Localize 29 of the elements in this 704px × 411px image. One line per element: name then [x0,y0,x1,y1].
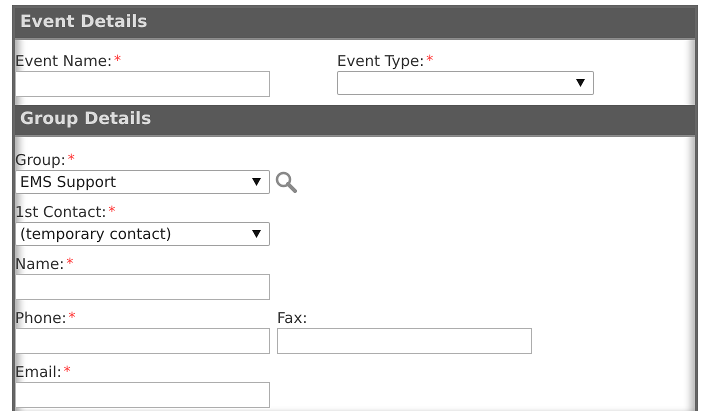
required-marker: * [114,52,122,71]
field-label: Event Name: [15,52,112,71]
text-field[interactable] [15,71,270,97]
required-marker: * [68,309,76,328]
caret-icon [252,178,261,186]
text-field[interactable] [15,274,270,300]
field-label: Event Type: [337,52,424,71]
dropdown[interactable]: EMS Support [15,170,270,194]
required-marker: * [68,151,75,170]
caret-icon [576,79,585,87]
text-field[interactable] [15,328,270,354]
text-field[interactable] [277,328,532,354]
section-title: Event Details [20,11,148,34]
field-label: Phone: [15,309,67,328]
dropdown[interactable] [337,71,594,95]
field-label: Fax: [277,309,308,328]
required-marker: * [64,363,71,382]
dropdown[interactable]: (temporary contact) [15,222,270,246]
text-field[interactable] [15,382,270,408]
field-label: Email: [15,363,62,382]
required-marker: * [66,255,74,274]
required-marker: * [108,203,116,222]
field-label: Group: [15,151,66,170]
caret-icon [252,230,261,238]
required-marker: * [426,52,434,71]
search-icon[interactable] [275,171,297,193]
field-label: 1st Contact: [15,203,106,222]
field-label: Name: [15,255,64,274]
section-title: Group Details [20,108,152,132]
